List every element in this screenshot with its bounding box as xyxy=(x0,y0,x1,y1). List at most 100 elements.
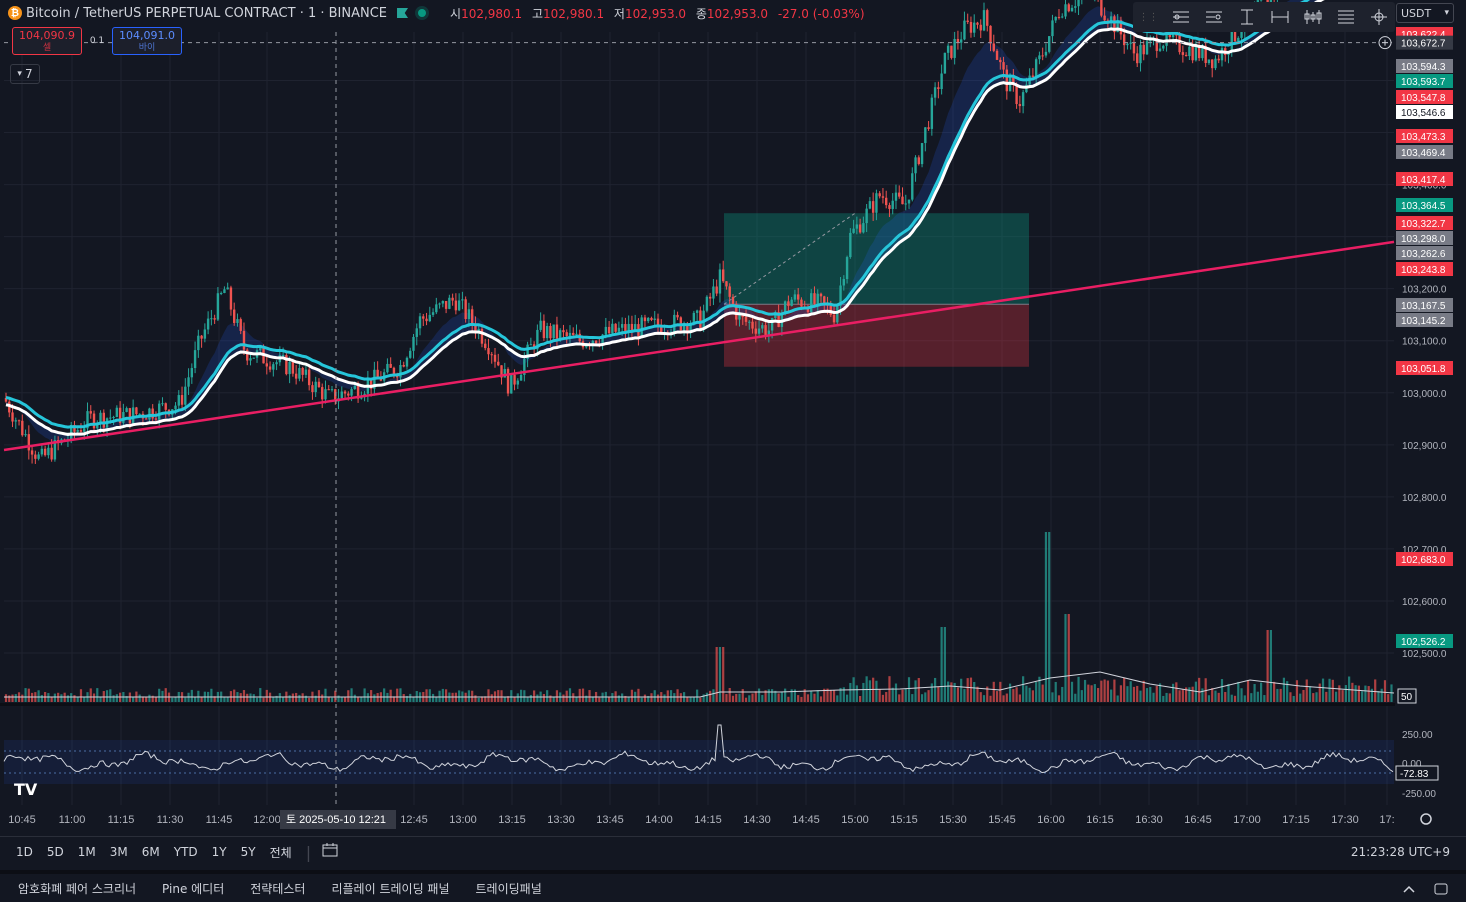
candle-body xyxy=(281,355,285,357)
range-3m[interactable]: 3M xyxy=(110,845,128,859)
price-tick-label: 102,600.0 xyxy=(1402,597,1447,608)
candle-body xyxy=(620,324,624,328)
fib-icon[interactable] xyxy=(1335,6,1357,28)
price-range-icon[interactable] xyxy=(1236,6,1258,28)
volume-bar xyxy=(1233,695,1237,702)
candle-body xyxy=(1048,36,1051,52)
candle-body xyxy=(1054,16,1057,21)
date-range-icon[interactable] xyxy=(1269,6,1291,28)
parallel-channel-icon[interactable] xyxy=(1203,6,1225,28)
volume-bar xyxy=(1035,682,1038,702)
volume-bar xyxy=(1250,693,1253,702)
currency-select[interactable]: USDT ▾ xyxy=(1396,3,1454,23)
candle-body xyxy=(728,286,731,297)
candle-body xyxy=(1171,34,1175,38)
drawing-toolbar[interactable]: ⋮⋮ xyxy=(1133,2,1395,32)
volume-bar xyxy=(1061,686,1064,702)
flag-icon[interactable] xyxy=(397,8,409,18)
volume-bar xyxy=(529,694,532,702)
volume-bar xyxy=(1123,677,1126,702)
divider: | xyxy=(305,842,312,862)
tab-pine-editor[interactable]: Pine 에디터 xyxy=(162,880,224,897)
candle-body xyxy=(405,357,409,367)
price-chart[interactable]: 102,500.0102,600.0102,700.0102,800.0102,… xyxy=(0,0,1466,836)
volume-bar xyxy=(960,678,963,702)
volume-bar xyxy=(1344,685,1347,702)
volume-bar xyxy=(568,688,572,702)
candle-body xyxy=(959,39,963,43)
candle-body xyxy=(448,297,451,309)
candle-body xyxy=(506,369,510,394)
candle-body xyxy=(542,320,546,339)
candle-body xyxy=(901,196,904,205)
time-tick-label: 14:30 xyxy=(743,814,771,826)
chevron-up-icon[interactable] xyxy=(1400,880,1418,898)
volume-bar xyxy=(1211,688,1214,702)
volume-bar xyxy=(1074,693,1077,702)
tab-trading-panel[interactable]: 트레이딩패널 xyxy=(476,880,542,897)
candle-body xyxy=(324,389,327,400)
volume-bar xyxy=(1361,691,1364,702)
tab-screener[interactable]: 암호화폐 페어 스크리너 xyxy=(18,880,136,897)
volume-bar xyxy=(1054,681,1057,702)
candle-body xyxy=(158,403,161,420)
drag-handle-icon[interactable]: ⋮⋮ xyxy=(1139,12,1159,23)
volume-bar xyxy=(774,690,777,702)
candle-body xyxy=(115,407,119,417)
volume-bar xyxy=(1090,685,1093,702)
symbol-title[interactable]: Bitcoin / TetherUS PERPETUAL CONTRACT · … xyxy=(26,6,387,21)
range-1y[interactable]: 1Y xyxy=(212,845,227,859)
tab-strategy-tester[interactable]: 전략테스터 xyxy=(250,880,305,897)
candle-body xyxy=(969,21,973,33)
crosshair-settings-icon[interactable] xyxy=(1368,6,1390,28)
indicators-toggle-button[interactable]: ▾ 7 xyxy=(10,64,40,84)
volume-bar xyxy=(255,697,259,702)
clock[interactable]: 21:23:28 UTC+9 xyxy=(1351,845,1450,859)
volume-bar xyxy=(930,683,933,702)
candle-body xyxy=(386,363,389,373)
trendline xyxy=(3,240,1395,452)
range-6m[interactable]: 6M xyxy=(142,845,160,859)
volume-bar xyxy=(1305,679,1308,702)
volume-bar xyxy=(233,689,236,702)
candle-body xyxy=(268,366,272,370)
volume-bar xyxy=(572,693,575,702)
goto-date-icon[interactable] xyxy=(321,842,339,862)
range-5d[interactable]: 5D xyxy=(47,845,64,859)
volume-bar xyxy=(1240,688,1243,702)
tradingview-logo: TV xyxy=(14,780,38,799)
volume-bar xyxy=(53,693,56,702)
volume-bar xyxy=(800,696,803,702)
candle-body xyxy=(973,22,976,33)
candle-body xyxy=(451,297,454,301)
volume-bar xyxy=(982,695,986,702)
volume-bar xyxy=(109,689,112,702)
buy-button[interactable]: 104,091.0 바이 xyxy=(112,27,182,55)
range-1d[interactable]: 1D xyxy=(16,845,33,859)
long-position-icon[interactable] xyxy=(1302,6,1324,28)
maximize-icon[interactable] xyxy=(1432,880,1450,898)
volume-bar xyxy=(1044,532,1048,702)
candle-body xyxy=(552,324,555,339)
candle-body xyxy=(937,87,940,90)
candle-body xyxy=(128,408,132,424)
volume-bar xyxy=(350,688,353,702)
candle-body xyxy=(40,448,44,455)
volume-bar xyxy=(643,694,647,702)
candle-body xyxy=(907,199,911,204)
tab-replay-panel[interactable]: 리플레이 트레이딩 패널 xyxy=(331,880,449,897)
time-tick-label: 11:00 xyxy=(59,814,86,826)
range-all[interactable]: 전체 xyxy=(270,844,292,861)
volume-bar xyxy=(956,687,960,702)
range-ytd[interactable]: YTD xyxy=(174,845,198,859)
candle-body xyxy=(852,228,855,233)
price-label-text: 103,243.8 xyxy=(1401,265,1446,276)
volume-bar xyxy=(725,694,728,702)
range-1m[interactable]: 1M xyxy=(78,845,96,859)
sell-button[interactable]: 104,090.9 셀 xyxy=(12,27,82,55)
range-5y[interactable]: 5Y xyxy=(241,845,256,859)
candle-body xyxy=(174,405,177,410)
horizontal-ray-icon[interactable] xyxy=(1170,6,1192,28)
symbol-legend[interactable]: ₿ Bitcoin / TetherUS PERPETUAL CONTRACT … xyxy=(8,4,865,22)
volume-bar xyxy=(868,680,871,702)
